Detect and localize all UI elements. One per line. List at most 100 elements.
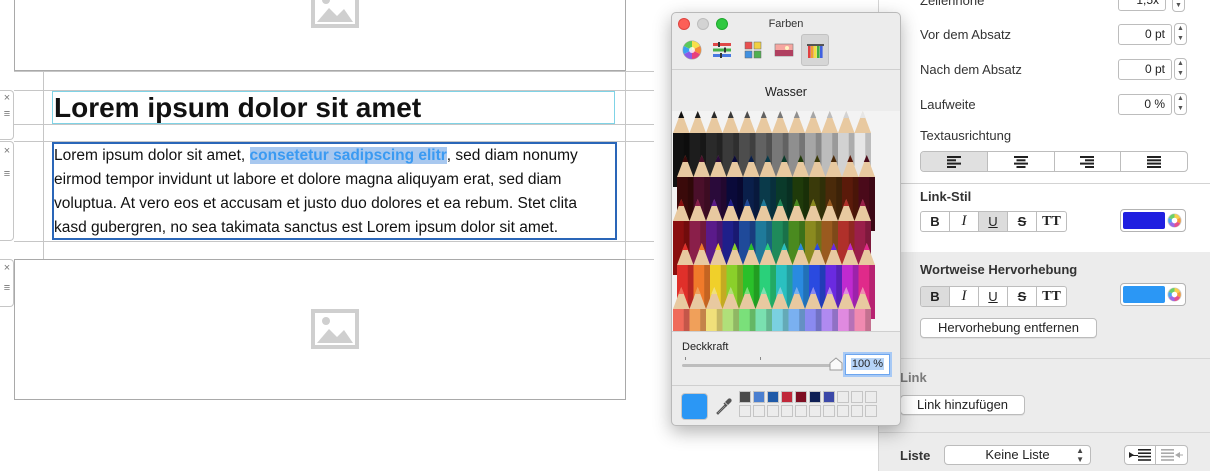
image-placeholder-icon	[311, 0, 359, 28]
tracking-field[interactable]: 0 %	[1118, 94, 1172, 115]
align-justify-button[interactable]	[1121, 152, 1187, 171]
color-swatch[interactable]	[739, 405, 751, 417]
add-link-button[interactable]: Link hinzufügen	[900, 395, 1025, 415]
color-swatch[interactable]	[823, 405, 835, 417]
color-swatch[interactable]	[781, 405, 793, 417]
selected-pencil-name: Wasser	[765, 85, 807, 99]
heading-text[interactable]: Lorem ipsum dolor sit amet	[54, 91, 421, 125]
space-after-label: Nach dem Absatz	[920, 62, 1022, 77]
line-height-field[interactable]: 1,5x	[1118, 0, 1166, 11]
color-swatch[interactable]	[795, 391, 807, 403]
remove-block-icon[interactable]: ×	[0, 262, 14, 274]
colors-panel: Farben Wasser Deckkraft 100 %	[671, 12, 901, 426]
color-wheel-icon	[682, 40, 702, 60]
eyedropper-icon[interactable]	[716, 397, 732, 415]
italic-button[interactable]: I	[950, 287, 979, 306]
highlight-settings: Wortweise Hervorhebung B I U S TT Hervor…	[879, 252, 1210, 471]
color-swatch[interactable]	[823, 391, 835, 403]
color-swatch[interactable]	[809, 405, 821, 417]
paragraph-text-part: Lorem ipsum dolor sit amet,	[54, 147, 250, 164]
align-left-icon	[946, 155, 961, 168]
remove-highlight-button[interactable]: Hervorhebung entfernen	[920, 318, 1097, 338]
image-block-bottom[interactable]	[14, 259, 626, 400]
color-swatch[interactable]	[837, 391, 849, 403]
align-center-icon	[1013, 155, 1028, 168]
minimize-window-button[interactable]	[697, 18, 709, 30]
paragraph-text[interactable]: Lorem ipsum dolor sit amet, consetetur s…	[54, 144, 614, 240]
drag-handle-icon[interactable]: ≡	[0, 168, 14, 180]
color-swatch[interactable]	[837, 405, 849, 417]
highlight-format-buttons: B I U S TT	[920, 286, 1067, 307]
tracking-stepper[interactable]: ▲ ▼	[1174, 93, 1187, 115]
remove-block-icon[interactable]: ×	[0, 145, 14, 157]
line-height-stepper[interactable]: ▲▼	[1172, 0, 1185, 12]
color-swatch[interactable]	[851, 391, 863, 403]
color-swatch[interactable]	[753, 391, 765, 403]
color-swatch[interactable]	[767, 391, 779, 403]
color-swatch[interactable]	[767, 405, 779, 417]
list-label: Liste	[900, 448, 931, 463]
tab-image-palettes[interactable]	[770, 34, 798, 66]
opacity-field[interactable]: 100 %	[845, 354, 890, 375]
link-color-well[interactable]	[1120, 209, 1186, 232]
drag-handle-icon[interactable]: ≡	[0, 282, 14, 294]
color-swatch[interactable]	[865, 391, 877, 403]
space-after-stepper[interactable]: ▲ ▼	[1174, 58, 1187, 80]
pencil-box[interactable]	[672, 111, 900, 331]
highlight-color-well[interactable]	[1120, 283, 1186, 306]
align-center-button[interactable]	[988, 152, 1055, 171]
line-height-label: Zeilenhöhe	[920, 0, 985, 8]
underline-button[interactable]: U	[979, 212, 1008, 231]
space-before-stepper[interactable]: ▲ ▼	[1174, 23, 1187, 45]
color-swatch[interactable]	[851, 405, 863, 417]
drag-handle-icon[interactable]: ≡	[0, 108, 14, 120]
uppercase-button[interactable]: TT	[1037, 287, 1066, 306]
strikethrough-button[interactable]: S	[1008, 212, 1037, 231]
strikethrough-button[interactable]: S	[1008, 287, 1037, 306]
tab-color-wheel[interactable]	[678, 34, 706, 66]
color-swatch[interactable]	[739, 391, 751, 403]
alignment-segmented-control	[920, 151, 1188, 172]
space-after-field[interactable]: 0 pt	[1118, 59, 1172, 80]
italic-button[interactable]: I	[950, 212, 979, 231]
slider-tick	[685, 357, 686, 360]
tracking-label: Laufweite	[920, 97, 976, 112]
highlighted-text[interactable]: consetetur sadipscing elitr	[249, 147, 447, 164]
sliders-icon	[713, 42, 731, 58]
bold-button[interactable]: B	[921, 212, 950, 231]
remove-block-icon[interactable]: ×	[0, 92, 14, 104]
bold-button[interactable]: B	[921, 287, 950, 306]
grid-line	[625, 71, 626, 259]
tab-pencils[interactable]	[801, 34, 829, 66]
space-before-field[interactable]: 0 pt	[1118, 24, 1172, 45]
color-swatch[interactable]	[865, 405, 877, 417]
align-justify-icon	[1147, 155, 1162, 168]
color-swatch[interactable]	[809, 391, 821, 403]
link-style-format-buttons: B I U S TT	[920, 211, 1067, 232]
tab-color-sliders[interactable]	[708, 34, 736, 66]
color-swatch[interactable]	[781, 391, 793, 403]
color-wheel-icon	[1167, 213, 1182, 228]
uppercase-button[interactable]: TT	[1037, 212, 1066, 231]
indent-button[interactable]	[1125, 446, 1156, 464]
list-type-value: Keine Liste	[985, 447, 1050, 462]
opacity-slider-knob[interactable]	[829, 357, 843, 371]
list-type-popup[interactable]: Keine Liste ▲ ▼	[944, 445, 1091, 465]
opacity-slider-track[interactable]	[682, 364, 838, 367]
image-block-top[interactable]	[14, 0, 626, 71]
underline-button[interactable]: U	[979, 287, 1008, 306]
color-swatch[interactable]	[795, 405, 807, 417]
pencil-grid[interactable]	[672, 111, 900, 331]
align-right-button[interactable]	[1055, 152, 1122, 171]
grid-line	[43, 71, 44, 259]
close-window-button[interactable]	[678, 18, 690, 30]
divider	[879, 432, 1210, 433]
outdent-button[interactable]	[1156, 446, 1187, 464]
color-swatch[interactable]	[753, 405, 765, 417]
align-right-icon	[1080, 155, 1095, 168]
align-left-button[interactable]	[921, 152, 988, 171]
zoom-window-button[interactable]	[716, 18, 728, 30]
tab-color-palettes[interactable]	[739, 34, 767, 66]
color-wheel-icon	[1167, 287, 1182, 302]
current-color-swatch[interactable]	[681, 393, 708, 420]
